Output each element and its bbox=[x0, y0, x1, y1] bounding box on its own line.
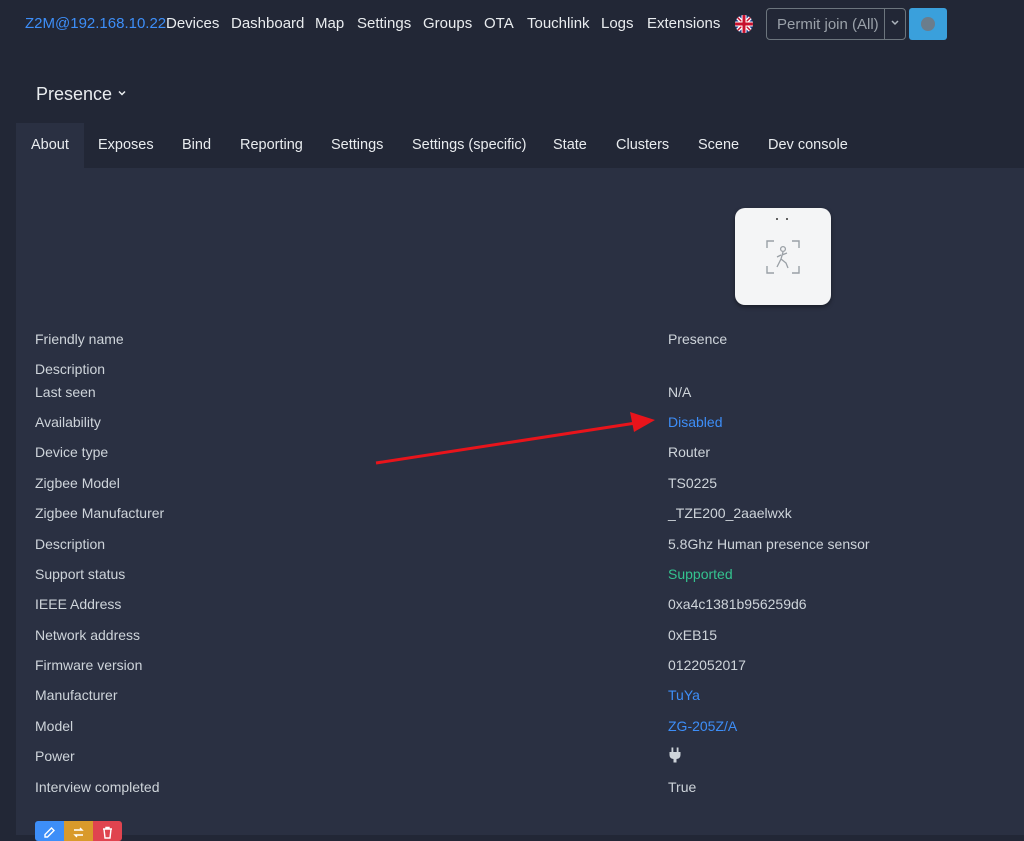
brand-link[interactable]: Z2M@192.168.10.22 bbox=[25, 15, 166, 32]
theme-icon bbox=[921, 17, 935, 31]
top-navbar: Z2M@192.168.10.22 Devices Dashboard Map … bbox=[0, 0, 1024, 48]
value-interview-completed: True bbox=[668, 779, 697, 795]
theme-toggle-button[interactable] bbox=[909, 8, 947, 40]
device-led bbox=[786, 218, 788, 220]
nav-settings[interactable]: Settings bbox=[357, 15, 411, 32]
nav-extensions[interactable]: Extensions bbox=[647, 15, 720, 32]
tab-clusters[interactable]: Clusters bbox=[616, 123, 669, 168]
label-device-type: Device type bbox=[35, 444, 109, 460]
label-interview-completed: Interview completed bbox=[35, 779, 160, 795]
label-description-2: Description bbox=[35, 536, 106, 552]
nav-dashboard[interactable]: Dashboard bbox=[231, 15, 304, 32]
label-model: Model bbox=[35, 718, 74, 734]
tab-reporting[interactable]: Reporting bbox=[240, 123, 303, 168]
label-description: Description bbox=[35, 361, 106, 377]
tab-exposes[interactable]: Exposes bbox=[98, 123, 154, 168]
label-last-seen: Last seen bbox=[35, 384, 96, 400]
rename-button[interactable] bbox=[64, 821, 93, 841]
label-firmware-version: Firmware version bbox=[35, 657, 143, 673]
permit-join-button[interactable]: Permit join (All) bbox=[766, 8, 906, 40]
tab-settings[interactable]: Settings bbox=[331, 123, 383, 168]
value-availability-link[interactable]: Disabled bbox=[668, 414, 722, 430]
value-firmware-version: 0122052017 bbox=[668, 657, 746, 673]
device-image bbox=[735, 208, 831, 305]
value-last-seen: N/A bbox=[668, 384, 692, 400]
label-network-address: Network address bbox=[35, 627, 141, 643]
value-device-type: Router bbox=[668, 444, 711, 460]
tab-scene[interactable]: Scene bbox=[698, 123, 739, 168]
swap-icon bbox=[73, 827, 84, 838]
value-description-2: 5.8Ghz Human presence sensor bbox=[668, 536, 870, 552]
device-tabs: About Exposes Bind Reporting Settings Se… bbox=[16, 123, 1024, 168]
device-title[interactable]: Presence bbox=[36, 84, 112, 105]
value-ieee-address: 0xa4c1381b956259d6 bbox=[668, 596, 807, 612]
plug-icon bbox=[668, 747, 682, 766]
tab-settings-specific[interactable]: Settings (specific) bbox=[412, 123, 526, 168]
label-zigbee-manufacturer: Zigbee Manufacturer bbox=[35, 505, 165, 521]
chevron-down-icon[interactable] bbox=[117, 88, 127, 101]
trash-icon bbox=[103, 826, 112, 839]
nav-groups[interactable]: Groups bbox=[423, 15, 472, 32]
about-panel bbox=[16, 168, 1024, 835]
chevron-down-icon[interactable] bbox=[890, 14, 900, 35]
label-availability: Availability bbox=[35, 414, 101, 430]
nav-ota[interactable]: OTA bbox=[484, 15, 514, 32]
value-network-address: 0xEB15 bbox=[668, 627, 718, 643]
nav-devices[interactable]: Devices bbox=[166, 15, 219, 32]
label-ieee-address: IEEE Address bbox=[35, 596, 122, 612]
nav-logs[interactable]: Logs bbox=[601, 15, 634, 32]
value-friendly-name: Presence bbox=[668, 331, 728, 347]
device-led bbox=[776, 218, 778, 220]
pencil-icon bbox=[44, 827, 55, 838]
value-manufacturer-link[interactable]: TuYa bbox=[668, 687, 700, 703]
permit-join-divider bbox=[884, 9, 885, 39]
edit-button[interactable] bbox=[35, 821, 64, 841]
value-support-status: Supported bbox=[668, 566, 733, 582]
uk-flag-icon[interactable] bbox=[735, 15, 753, 33]
nav-touchlink[interactable]: Touchlink bbox=[527, 15, 590, 32]
tab-dev-console[interactable]: Dev console bbox=[768, 123, 848, 168]
value-zigbee-model: TS0225 bbox=[668, 475, 718, 491]
label-support-status: Support status bbox=[35, 566, 126, 582]
permit-join-label: Permit join (All) bbox=[777, 16, 879, 33]
tab-state[interactable]: State bbox=[553, 123, 587, 168]
label-friendly-name: Friendly name bbox=[35, 331, 124, 347]
nav-map[interactable]: Map bbox=[315, 15, 344, 32]
label-zigbee-model: Zigbee Model bbox=[35, 475, 120, 491]
label-manufacturer: Manufacturer bbox=[35, 687, 118, 703]
label-power: Power bbox=[35, 748, 75, 764]
delete-button[interactable] bbox=[93, 821, 122, 841]
presence-sensor-icon bbox=[766, 240, 800, 274]
tab-bind[interactable]: Bind bbox=[182, 123, 211, 168]
tab-about[interactable]: About bbox=[16, 123, 84, 168]
value-zigbee-manufacturer: _TZE200_2aaelwxk bbox=[668, 505, 792, 521]
value-model-link[interactable]: ZG-205Z/A bbox=[668, 718, 737, 734]
